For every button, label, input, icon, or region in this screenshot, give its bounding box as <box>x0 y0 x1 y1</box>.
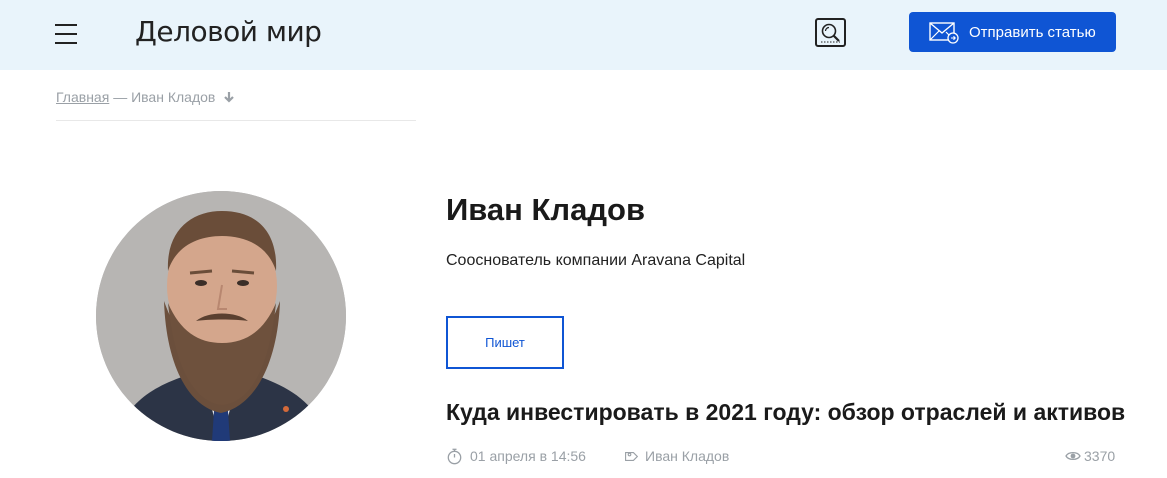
breadcrumb-separator: — <box>113 89 128 105</box>
arrow-down-icon <box>223 90 235 106</box>
site-header: Деловой мир Отправить статью <box>0 0 1167 70</box>
article-author[interactable]: Иван Кладов <box>621 446 729 466</box>
search-button[interactable] <box>815 18 846 47</box>
article-views-count: 3370 <box>1084 448 1116 464</box>
breadcrumb-divider <box>56 120 416 121</box>
article-title-link[interactable]: Куда инвестировать в 2021 году: обзор от… <box>446 396 1125 428</box>
article-date-text: 01 апреля в 14:56 <box>470 448 586 464</box>
article-views: 3370 <box>1065 446 1115 466</box>
article-author-name: Иван Кладов <box>645 448 730 464</box>
site-logo[interactable]: Деловой мир <box>135 14 322 50</box>
send-article-label: Отправить статью <box>969 23 1096 41</box>
author-name: Иван Кладов <box>446 192 646 227</box>
menu-icon[interactable] <box>55 24 77 44</box>
tab-writes[interactable]: Пишет <box>446 316 564 369</box>
breadcrumb: Главная — Иван Кладов <box>56 89 235 106</box>
send-article-button[interactable]: Отправить статью <box>909 12 1116 52</box>
author-avatar <box>96 191 346 441</box>
stopwatch-icon <box>447 448 462 464</box>
mail-icon <box>929 22 959 44</box>
tag-icon <box>625 451 638 461</box>
author-role: Сооснователь компании Aravana Capital <box>446 252 746 269</box>
breadcrumb-current: Иван Кладов <box>131 89 216 105</box>
article-date: 01 апреля в 14:56 <box>446 446 586 466</box>
breadcrumb-home-link[interactable]: Главная <box>56 89 109 105</box>
eye-icon <box>1065 451 1081 461</box>
search-icon <box>821 23 840 43</box>
